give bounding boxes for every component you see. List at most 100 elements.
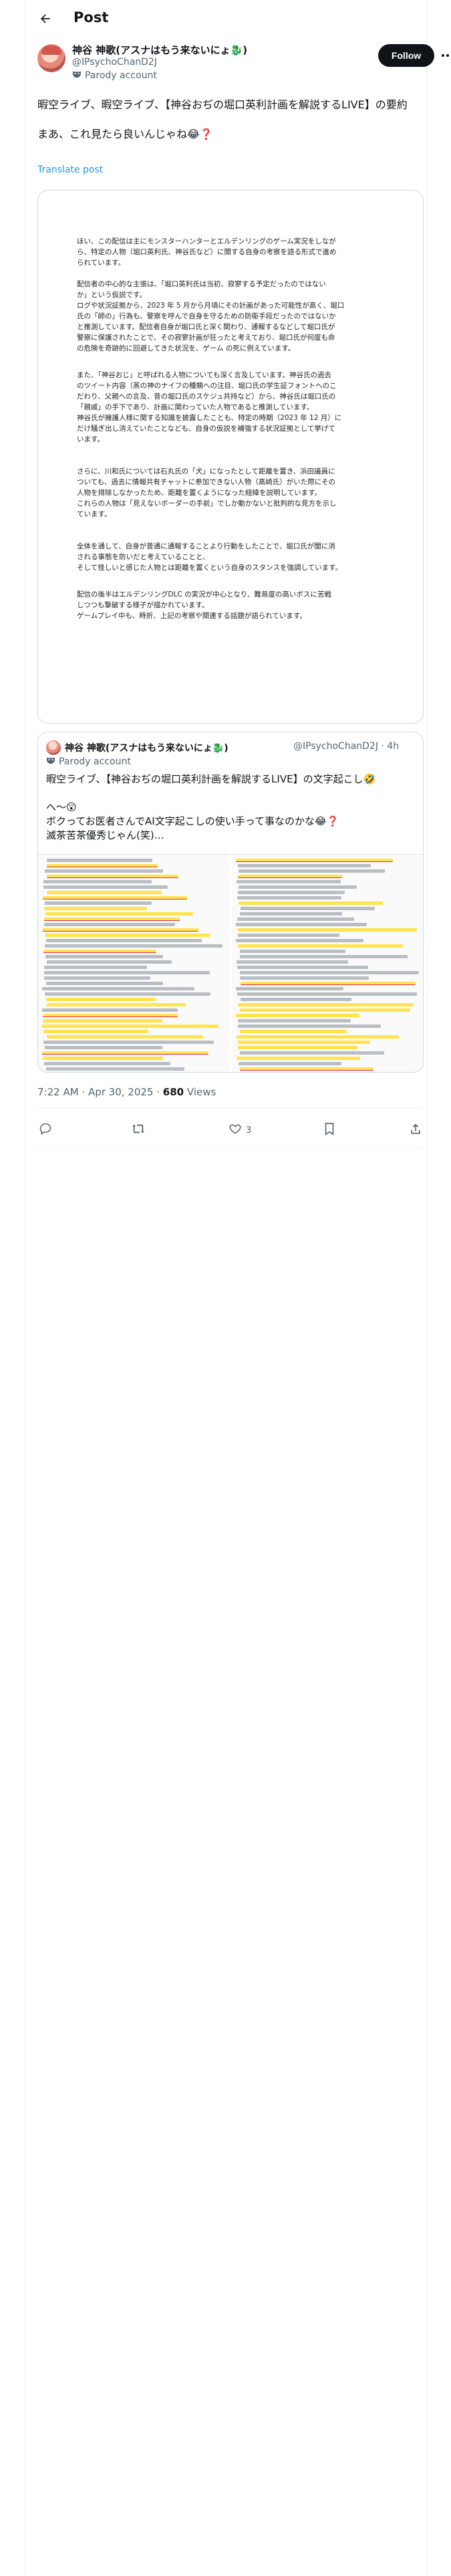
author-name[interactable]: 神谷 神歌(アスナはもう来ないにょ🐉) — [72, 43, 247, 57]
transcript-line — [238, 1046, 357, 1049]
avatar — [46, 740, 61, 755]
transcript-line — [47, 875, 178, 878]
quoted-post-text: 暇空ライブ、【神谷おぢの堀口英利計画を解説するLIVE】の文字起こし🤣 へ～😲 … — [46, 773, 376, 841]
transcript-line — [46, 982, 163, 985]
transcript-line — [43, 1041, 214, 1044]
reply-button[interactable] — [39, 1122, 52, 1138]
transcript-line — [238, 944, 403, 948]
transcript-line — [45, 992, 210, 996]
transcript-line — [237, 966, 368, 969]
repost-button[interactable] — [131, 1122, 146, 1138]
parody-label: Parody account — [85, 70, 157, 81]
transcript-line — [241, 907, 375, 910]
transcript-line — [238, 875, 342, 878]
post-metadata: 7:22 AM · Apr 30, 2025 · 680 Views — [37, 1086, 216, 1098]
transcript-line — [44, 907, 147, 910]
transcript-line — [237, 992, 417, 996]
quoted-author-handle: @IPsychoChanD2J · 4h — [293, 741, 400, 752]
transcript-line — [43, 928, 198, 932]
mask-icon — [72, 70, 82, 81]
transcript-line — [237, 896, 341, 899]
transcript-line — [238, 1041, 370, 1044]
quoted-author-name: 神谷 神歌(アスナはもう来ないにょ🐉) — [65, 743, 229, 754]
transcript-line — [239, 869, 385, 873]
transcript-line — [47, 859, 152, 862]
like-count: 3 — [246, 1125, 252, 1136]
transcript-line — [240, 971, 419, 974]
transcript-line — [240, 1051, 384, 1055]
transcript-line — [45, 901, 152, 905]
share-icon — [409, 1122, 422, 1138]
top-bar: Post — [24, 0, 427, 37]
transcript-line — [240, 1030, 347, 1033]
transcript-line — [238, 1003, 414, 1006]
transcript-line — [241, 998, 351, 1001]
transcript-line — [45, 869, 163, 873]
parody-label: Parody account — [59, 756, 131, 767]
transcript-line — [45, 934, 210, 937]
transcript-line — [42, 1008, 178, 1012]
action-bar: 3 — [37, 1114, 424, 1146]
transcript-line — [44, 923, 175, 926]
quoted-post[interactable]: 神谷 神歌(アスナはもう来ないにょ🐉) @IPsychoChanD2J · 4h… — [37, 732, 424, 1073]
avatar[interactable] — [37, 44, 65, 72]
transcript-line — [236, 1014, 359, 1017]
document-paragraph: また、「神谷おじ」と呼ばれる人物についても深く言及しています。神谷氏の過去 のツ… — [77, 371, 342, 443]
author-handle[interactable]: @IPsychoChanD2J — [72, 57, 157, 68]
transcript-line — [46, 998, 156, 1001]
parody-badge: Parody account — [72, 70, 157, 81]
document-paragraph: さらに、川和氏については石丸氏の「犬」になったとして距離を置き、浜田議員に つい… — [77, 467, 337, 518]
parody-badge: Parody account — [46, 756, 131, 767]
post-timestamp[interactable]: 7:22 AM · Apr 30, 2025 · — [37, 1086, 163, 1098]
document-paragraph: 配信の後半はエルデンリングDLC の実況が中心となり、難易度の高いボスに苦戦 し… — [77, 591, 331, 620]
transcript-line — [240, 955, 408, 958]
views-label: Views — [184, 1086, 216, 1098]
post-image-document[interactable]: ほい、この配信は主にモンスターハンターとエルデンリングのゲーム実況をしなが ら、… — [37, 190, 424, 724]
transcript-line — [43, 880, 152, 883]
transcript-line — [238, 1025, 381, 1028]
bookmark-icon — [323, 1122, 335, 1138]
transcript-line — [241, 982, 416, 985]
follow-button[interactable]: Follow — [378, 44, 434, 67]
transcript-line — [237, 960, 348, 964]
transcript-line — [45, 912, 193, 916]
document-paragraph: 配信者の中心的な主張は、「堀口英利氏は当初、寂寥する予定だったのではない か」と… — [77, 280, 345, 352]
transcript-line — [240, 950, 345, 953]
transcript-line — [236, 923, 367, 926]
transcript-line — [240, 1008, 410, 1012]
transcript-line — [43, 950, 156, 953]
share-button[interactable] — [409, 1122, 422, 1138]
more-options-icon[interactable] — [440, 48, 451, 63]
transcript-line — [240, 976, 369, 980]
transcript-line — [240, 1067, 373, 1071]
transcript-line — [44, 966, 147, 969]
transcript-line — [42, 1025, 218, 1028]
transcript-line — [42, 1051, 208, 1055]
transcript-line — [236, 939, 363, 942]
transcript-line — [237, 1035, 399, 1039]
transcript-line — [239, 885, 357, 889]
transcript-line — [236, 859, 393, 862]
transcript-line — [43, 885, 168, 889]
transcript-line — [236, 987, 343, 990]
transcript-line — [238, 864, 371, 867]
bookmark-button[interactable] — [323, 1122, 335, 1138]
repost-icon — [131, 1122, 146, 1138]
transcript-line — [46, 1067, 184, 1071]
quoted-image-transcript-left[interactable] — [38, 854, 231, 1072]
back-arrow-icon[interactable] — [36, 9, 55, 28]
like-button[interactable]: 3 — [229, 1122, 251, 1138]
transcript-line — [43, 1030, 148, 1033]
transcript-line — [237, 1057, 360, 1060]
heart-icon — [229, 1122, 242, 1138]
transcript-line — [238, 1019, 351, 1023]
transcript-line — [44, 918, 180, 921]
translate-post-link[interactable]: Translate post — [37, 165, 103, 175]
transcript-line — [44, 1062, 170, 1065]
transcript-line — [46, 939, 202, 942]
transcript-line — [43, 1014, 178, 1017]
quoted-image-transcript-right[interactable] — [232, 854, 423, 1072]
transcript-line — [44, 976, 150, 980]
divider — [37, 1107, 424, 1108]
document-paragraph: 全体を通して、自身が普通に通報することより行動をしたことで、堀口氏が闇に消 され… — [77, 542, 343, 572]
